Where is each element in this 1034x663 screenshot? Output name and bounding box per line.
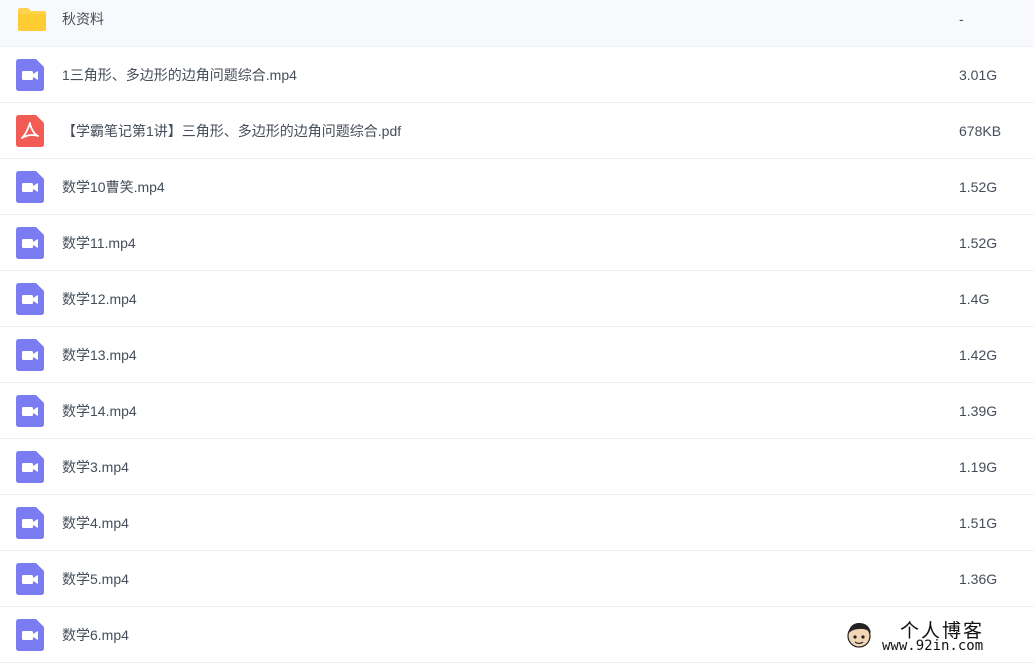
- file-name[interactable]: 数学4.mp4: [62, 495, 129, 551]
- folder-icon: [16, 3, 46, 35]
- video-icon: [16, 283, 44, 315]
- file-row[interactable]: 秋资料 -: [0, 0, 1034, 47]
- file-name[interactable]: 数学5.mp4: [62, 551, 129, 607]
- file-row[interactable]: 数学12.mp4 1.4G: [0, 271, 1034, 327]
- watermark-url: www.92in.com: [882, 638, 984, 654]
- blog-watermark: 个人博客 www.92in.com: [838, 614, 1028, 658]
- file-row[interactable]: 数学14.mp4 1.39G: [0, 383, 1034, 439]
- file-size: 678KB: [959, 123, 1002, 139]
- file-row[interactable]: 数学5.mp4 1.36G: [0, 551, 1034, 607]
- video-icon: [16, 507, 44, 539]
- file-size: -: [959, 11, 964, 27]
- file-size: 3.01G: [959, 67, 998, 83]
- file-size: 1.52G: [959, 179, 998, 195]
- file-size: 1.51G: [959, 515, 998, 531]
- file-row[interactable]: 1三角形、多边形的边角问题综合.mp4 3.01G: [0, 47, 1034, 103]
- file-row[interactable]: 数学13.mp4 1.42G: [0, 327, 1034, 383]
- file-list: 秋资料 - 1三角形、多边形的边角问题综合.mp4 3.01G 【学霸笔记第1讲…: [0, 0, 1034, 663]
- file-name[interactable]: 秋资料: [62, 0, 104, 47]
- file-row[interactable]: 【学霸笔记第1讲】三角形、多边形的边角问题综合.pdf 678KB: [0, 103, 1034, 159]
- file-size: 1.52G: [959, 235, 998, 251]
- file-name[interactable]: 数学14.mp4: [62, 383, 137, 439]
- file-size: 1.39G: [959, 403, 998, 419]
- pdf-icon: [16, 115, 44, 147]
- file-name[interactable]: 【学霸笔记第1讲】三角形、多边形的边角问题综合.pdf: [62, 103, 401, 159]
- file-name[interactable]: 数学3.mp4: [62, 439, 129, 495]
- file-row[interactable]: 数学4.mp4 1.51G: [0, 495, 1034, 551]
- file-row[interactable]: 数学3.mp4 1.19G: [0, 439, 1034, 495]
- video-icon: [16, 451, 44, 483]
- video-icon: [16, 563, 44, 595]
- file-size: 1.42G: [959, 347, 998, 363]
- video-icon: [16, 339, 44, 371]
- file-row[interactable]: 数学10曹笑.mp4 1.52G: [0, 159, 1034, 215]
- file-name[interactable]: 数学12.mp4: [62, 271, 137, 327]
- file-name[interactable]: 1三角形、多边形的边角问题综合.mp4: [62, 47, 297, 103]
- video-icon: [16, 59, 44, 91]
- video-icon: [16, 171, 44, 203]
- file-name[interactable]: 数学10曹笑.mp4: [62, 159, 165, 215]
- file-size: 1.19G: [959, 459, 998, 475]
- video-icon: [16, 227, 44, 259]
- video-icon: [16, 395, 44, 427]
- video-icon: [16, 619, 44, 651]
- file-name[interactable]: 数学13.mp4: [62, 327, 137, 383]
- file-name[interactable]: 数学6.mp4: [62, 607, 129, 663]
- file-size: 1.4G: [959, 291, 990, 307]
- avatar-icon: [847, 623, 871, 648]
- file-size: 1.36G: [959, 571, 998, 587]
- file-row[interactable]: 数学11.mp4 1.52G: [0, 215, 1034, 271]
- file-name[interactable]: 数学11.mp4: [62, 215, 136, 271]
